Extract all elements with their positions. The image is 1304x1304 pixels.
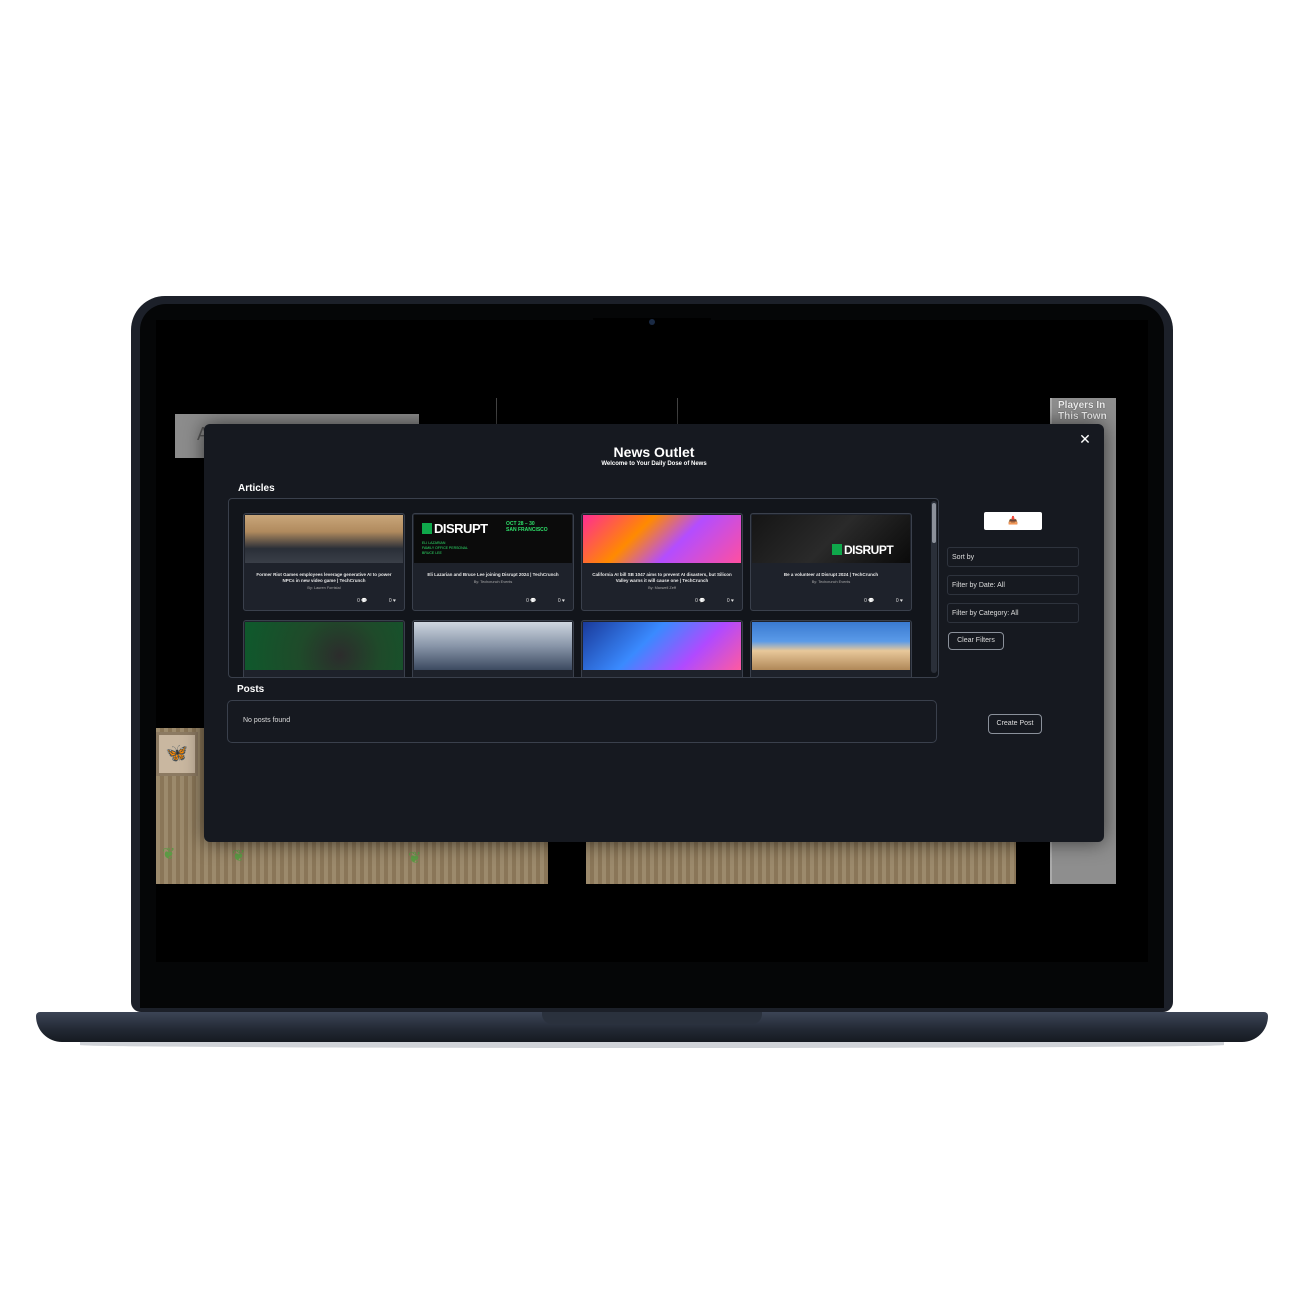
comment-count[interactable]: 0 💬 xyxy=(347,598,367,604)
article-card[interactable] xyxy=(243,620,405,677)
plant-icon: ❦ xyxy=(162,846,176,863)
game-divider xyxy=(496,398,497,426)
article-card[interactable]: DISRUPT Be a volunteer at Disrupt 2024 |… xyxy=(750,513,912,611)
article-stats: 0 💬 0 ♥ xyxy=(337,598,396,604)
articles-list[interactable]: Former Riot Games employees leverage gen… xyxy=(228,498,939,678)
game-divider xyxy=(677,398,678,426)
article-card[interactable]: DISRUPT OCT 28 – 30 SAN FRANCISCO ELI LA… xyxy=(412,513,574,611)
no-posts-message: No posts found xyxy=(243,717,291,724)
article-author: By: Maxwell Zeff xyxy=(648,586,676,590)
comment-count[interactable]: 0 💬 xyxy=(516,598,536,604)
like-count[interactable]: 0 ♥ xyxy=(886,598,903,604)
clear-filters-button[interactable]: Clear Filters xyxy=(948,632,1004,650)
articles-heading: Articles xyxy=(238,483,275,494)
disrupt-date: OCT 28 – 30 SAN FRANCISCO xyxy=(506,521,548,533)
article-stats: 0 💬 0 ♥ xyxy=(675,598,734,604)
article-author: By: Techcrunch Events xyxy=(811,580,851,584)
disrupt-logo: DISRUPT xyxy=(422,521,488,536)
screen: A Players In This Town 🦋 ❦ ❦ ❦ ✕ News Ou… xyxy=(156,320,1148,962)
article-image xyxy=(583,515,741,563)
like-count[interactable]: 0 ♥ xyxy=(548,598,565,604)
posts-list: No posts found xyxy=(227,700,937,743)
article-image xyxy=(245,622,403,670)
plant-icon: ❦ xyxy=(232,848,246,865)
scrollbar-thumb[interactable] xyxy=(932,503,936,543)
posts-heading: Posts xyxy=(237,684,265,695)
article-image xyxy=(414,622,572,670)
article-image: DISRUPT OCT 28 – 30 SAN FRANCISCO ELI LA… xyxy=(414,515,572,563)
butterfly-picture-icon: 🦋 xyxy=(156,732,198,776)
modal-subtitle: Welcome to Your Daily Dose of News xyxy=(601,461,707,467)
inbox-button[interactable]: 📥 xyxy=(984,512,1042,530)
article-title: Be a volunteer at Disrupt 2024 | TechCru… xyxy=(783,572,879,577)
laptop-shadow xyxy=(80,1042,1224,1048)
comment-count[interactable]: 0 💬 xyxy=(685,598,705,604)
article-card[interactable] xyxy=(412,620,574,677)
article-title: Former Riot Games employees leverage gen… xyxy=(256,572,392,583)
article-card[interactable]: California AI bill SB 1047 aims to preve… xyxy=(581,513,743,611)
camera-icon xyxy=(649,319,655,325)
modal-title: News Outlet xyxy=(613,444,695,460)
article-stats: 0 💬 0 ♥ xyxy=(844,598,903,604)
article-image xyxy=(245,515,403,563)
article-title: California AI bill SB 1047 aims to preve… xyxy=(592,572,732,583)
filter-category-select[interactable]: Filter by Category: All xyxy=(947,603,1079,623)
like-count[interactable]: 0 ♥ xyxy=(379,598,396,604)
inbox-icon: 📥 xyxy=(1008,516,1018,525)
article-card[interactable] xyxy=(581,620,743,677)
disrupt-speakers: ELI LAZARIAN FAMILY OFFICE PERSONAL BRUC… xyxy=(422,541,468,555)
article-image xyxy=(752,622,910,670)
sort-by-select[interactable]: Sort by xyxy=(947,547,1079,567)
article-author: By: Lauren Forristal xyxy=(307,586,341,590)
filter-date-select[interactable]: Filter by Date: All xyxy=(947,575,1079,595)
laptop-chin xyxy=(140,962,1164,1008)
article-author: By: Techcrunch Events xyxy=(473,580,513,584)
article-card[interactable] xyxy=(750,620,912,677)
disrupt-logo: DISRUPT xyxy=(832,543,894,557)
article-card[interactable]: Former Riot Games employees leverage gen… xyxy=(243,513,405,611)
players-panel-title: Players In This Town xyxy=(1058,400,1107,422)
articles-scrollbar[interactable] xyxy=(931,501,937,673)
like-count[interactable]: 0 ♥ xyxy=(717,598,734,604)
article-image: DISRUPT xyxy=(752,515,910,563)
comment-count[interactable]: 0 💬 xyxy=(854,598,874,604)
create-post-button[interactable]: Create Post xyxy=(988,714,1042,734)
news-outlet-modal: ✕ News Outlet Welcome to Your Daily Dose… xyxy=(204,424,1104,842)
article-title: Eli Lazarian and Bruce Lee joining Disru… xyxy=(427,572,559,577)
plant-icon: ❦ xyxy=(408,850,422,867)
laptop-base-notch xyxy=(542,1012,762,1024)
article-stats: 0 💬 0 ♥ xyxy=(506,598,565,604)
article-image xyxy=(583,622,741,670)
